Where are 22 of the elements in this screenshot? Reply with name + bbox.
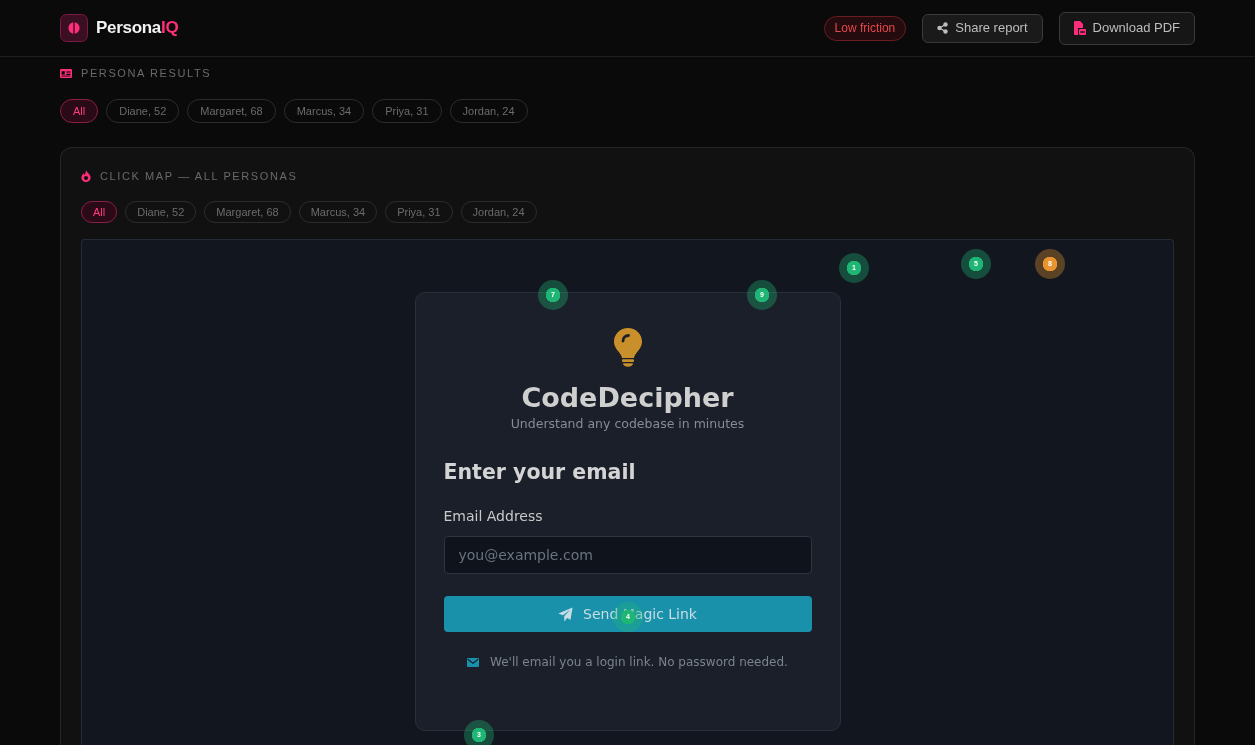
section-title: CLICK MAP — ALL PERSONAS [100,169,298,183]
pdf-file-icon [1073,21,1086,35]
helper-text: We'll email you a login link. No password needed. [490,654,788,671]
field-label: Email Address [443,507,543,525]
share-icon [937,22,949,34]
section-title: PERSONA RESULTS [81,66,212,80]
share-report-button[interactable]: Share report [922,13,1043,43]
form-heading: Enter your email [443,460,636,485]
id-card-icon [60,68,72,78]
brand-name: PersonaIQ [96,17,179,40]
lightbulb-icon [612,327,643,367]
app-tagline: Understand any codebase in minutes [510,415,745,432]
envelope-icon [467,657,480,667]
brain-logo-icon [60,14,88,42]
app-title: CodeDecipher [521,381,734,414]
friction-status-tag: Low friction [823,15,907,41]
fire-icon [81,170,91,182]
paper-plane-icon [558,606,573,622]
persona-filter-chip[interactable]: All [81,201,118,223]
email-input[interactable]: you@example.com [443,536,812,574]
download-pdf-button[interactable]: Download PDF [1058,11,1195,45]
persona-filter-chip[interactable]: All [60,99,99,123]
